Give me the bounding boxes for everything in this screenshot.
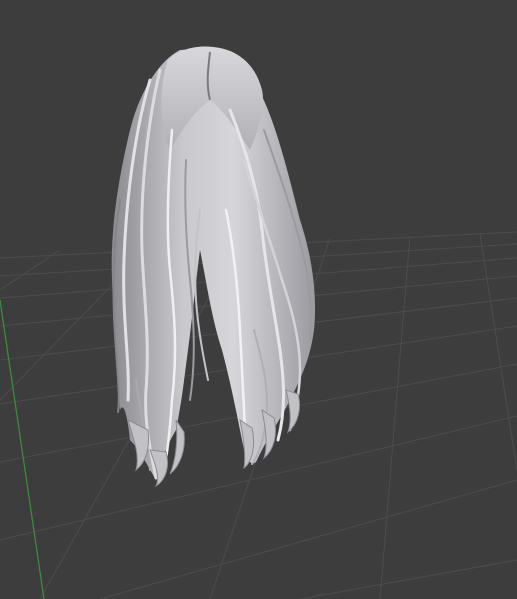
3d-viewport[interactable] bbox=[0, 0, 517, 599]
viewport-canvas[interactable] bbox=[0, 0, 517, 599]
